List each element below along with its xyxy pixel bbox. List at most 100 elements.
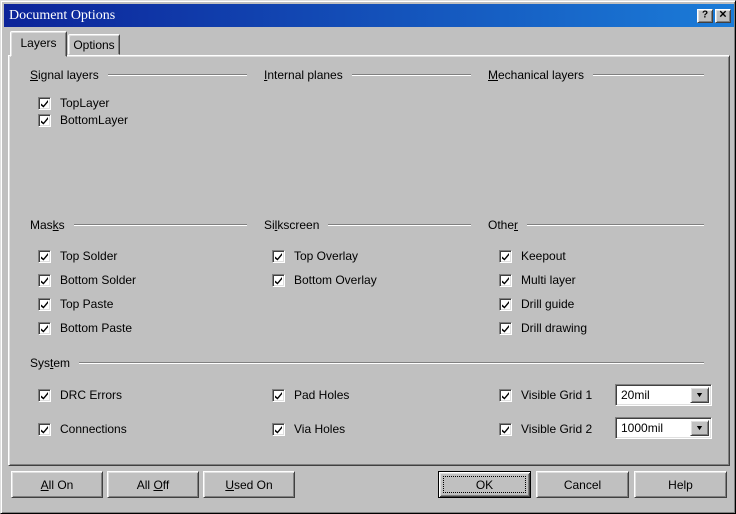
check-icon xyxy=(40,252,49,261)
visible-grid-2-value: 1000mil xyxy=(616,421,690,435)
titlebar[interactable]: Document Options ? ✕ xyxy=(4,4,734,27)
visible-grid-2-label[interactable]: Visible Grid 2 xyxy=(521,422,592,436)
via-holes-label[interactable]: Via Holes xyxy=(294,422,345,436)
checkbox-row: Multi layer xyxy=(499,273,576,287)
checkbox-row: Pad Holes xyxy=(272,388,349,402)
help-button-label: Help xyxy=(668,478,693,492)
via-holes-checkbox[interactable] xyxy=(272,423,285,436)
bottom-solder-checkbox[interactable] xyxy=(38,274,51,287)
check-icon xyxy=(501,391,510,400)
bottom-solder-label[interactable]: Bottom Solder xyxy=(60,273,136,287)
checkbox-row: Via Holes xyxy=(272,422,345,436)
drill-drawing-label[interactable]: Drill drawing xyxy=(521,321,587,335)
bottom-overlay-label[interactable]: Bottom Overlay xyxy=(294,273,377,287)
pad-holes-label[interactable]: Pad Holes xyxy=(294,388,349,402)
focus-rect: OK xyxy=(443,476,526,493)
question-mark-icon: ? xyxy=(702,10,708,20)
drill-guide-checkbox[interactable] xyxy=(499,298,512,311)
check-icon xyxy=(274,425,283,434)
check-icon xyxy=(40,116,49,125)
check-icon xyxy=(501,252,510,261)
drill-drawing-checkbox[interactable] xyxy=(499,322,512,335)
section-header-other: Other xyxy=(488,218,704,232)
pad-holes-checkbox[interactable] xyxy=(272,389,285,402)
check-icon xyxy=(274,391,283,400)
multi-layer-checkbox[interactable] xyxy=(499,274,512,287)
bottom-overlay-checkbox[interactable] xyxy=(272,274,285,287)
connections-label[interactable]: Connections xyxy=(60,422,127,436)
layers-tab-panel: Signal layers Internal planes Mechanical… xyxy=(8,55,730,466)
drc-errors-checkbox[interactable] xyxy=(38,389,51,402)
tab-layers-label: Layers xyxy=(20,36,56,50)
chevron-down-icon: ▼ xyxy=(695,392,704,399)
divider xyxy=(108,74,247,76)
visible-grid-1-label[interactable]: Visible Grid 1 xyxy=(521,388,592,402)
top-paste-label[interactable]: Top Paste xyxy=(60,297,113,311)
keepout-label[interactable]: Keepout xyxy=(521,249,566,263)
ok-button-label: OK xyxy=(476,478,493,492)
visible-grid-1-combo[interactable]: 20mil ▼ xyxy=(615,384,712,406)
checkbox-row: Connections xyxy=(38,422,127,436)
visible-grid-2-dropdown-button[interactable]: ▼ xyxy=(690,420,709,436)
bottom-paste-checkbox[interactable] xyxy=(38,322,51,335)
check-icon xyxy=(40,300,49,309)
check-icon xyxy=(501,300,510,309)
check-icon xyxy=(501,276,510,285)
divider xyxy=(74,224,247,226)
document-options-dialog: Document Options ? ✕ Options Layers Sign… xyxy=(0,0,736,514)
checkbox-row: Bottom Solder xyxy=(38,273,136,287)
top-overlay-checkbox[interactable] xyxy=(272,250,285,263)
top-solder-label[interactable]: Top Solder xyxy=(60,249,117,263)
connections-checkbox[interactable] xyxy=(38,423,51,436)
top-solder-checkbox[interactable] xyxy=(38,250,51,263)
checkbox-row: Keepout xyxy=(499,249,566,263)
bottom-layer-checkbox[interactable] xyxy=(38,114,51,127)
check-icon xyxy=(274,276,283,285)
multi-layer-label[interactable]: Multi layer xyxy=(521,273,576,287)
checkbox-row: Top Paste xyxy=(38,297,113,311)
checkbox-row: Top Overlay xyxy=(272,249,358,263)
divider xyxy=(527,224,704,226)
used-on-button[interactable]: Used On xyxy=(203,471,295,498)
close-button[interactable]: ✕ xyxy=(715,9,731,23)
tab-options-label: Options xyxy=(73,38,114,52)
divider xyxy=(352,74,471,76)
all-off-button[interactable]: All Off xyxy=(107,471,199,498)
checkbox-row: Drill guide xyxy=(499,297,574,311)
checkbox-row: BottomLayer xyxy=(38,113,128,127)
divider xyxy=(328,224,471,226)
bottom-paste-label[interactable]: Bottom Paste xyxy=(60,321,132,335)
bottom-layer-label[interactable]: BottomLayer xyxy=(60,113,128,127)
keepout-checkbox[interactable] xyxy=(499,250,512,263)
check-icon xyxy=(40,324,49,333)
visible-grid-2-combo[interactable]: 1000mil ▼ xyxy=(615,417,712,439)
checkbox-row: Drill drawing xyxy=(499,321,587,335)
drill-guide-label[interactable]: Drill guide xyxy=(521,297,574,311)
checkbox-row: TopLayer xyxy=(38,96,109,110)
visible-grid-2-checkbox[interactable] xyxy=(499,423,512,436)
section-header-system: System xyxy=(30,356,704,370)
check-icon xyxy=(40,99,49,108)
top-overlay-label[interactable]: Top Overlay xyxy=(294,249,358,263)
section-header-signal-layers: Signal layers xyxy=(30,68,247,82)
tab-options[interactable]: Options xyxy=(68,34,120,55)
cancel-button[interactable]: Cancel xyxy=(536,471,629,498)
section-header-silkscreen: Silkscreen xyxy=(264,218,471,232)
divider xyxy=(79,362,704,364)
all-on-button[interactable]: All On xyxy=(11,471,103,498)
divider xyxy=(593,74,704,76)
top-paste-checkbox[interactable] xyxy=(38,298,51,311)
close-icon: ✕ xyxy=(719,10,727,20)
top-layer-label[interactable]: TopLayer xyxy=(60,96,109,110)
top-layer-checkbox[interactable] xyxy=(38,97,51,110)
check-icon xyxy=(274,252,283,261)
checkbox-row: Bottom Paste xyxy=(38,321,132,335)
tab-layers[interactable]: Layers xyxy=(10,31,67,57)
help-button-bottom[interactable]: Help xyxy=(634,471,727,498)
visible-grid-1-dropdown-button[interactable]: ▼ xyxy=(690,387,709,403)
ok-button[interactable]: OK xyxy=(438,471,531,498)
visible-grid-1-checkbox[interactable] xyxy=(499,389,512,402)
drc-errors-label[interactable]: DRC Errors xyxy=(60,388,122,402)
section-header-mechanical-layers: Mechanical layers xyxy=(488,68,704,82)
help-button[interactable]: ? xyxy=(697,9,713,23)
